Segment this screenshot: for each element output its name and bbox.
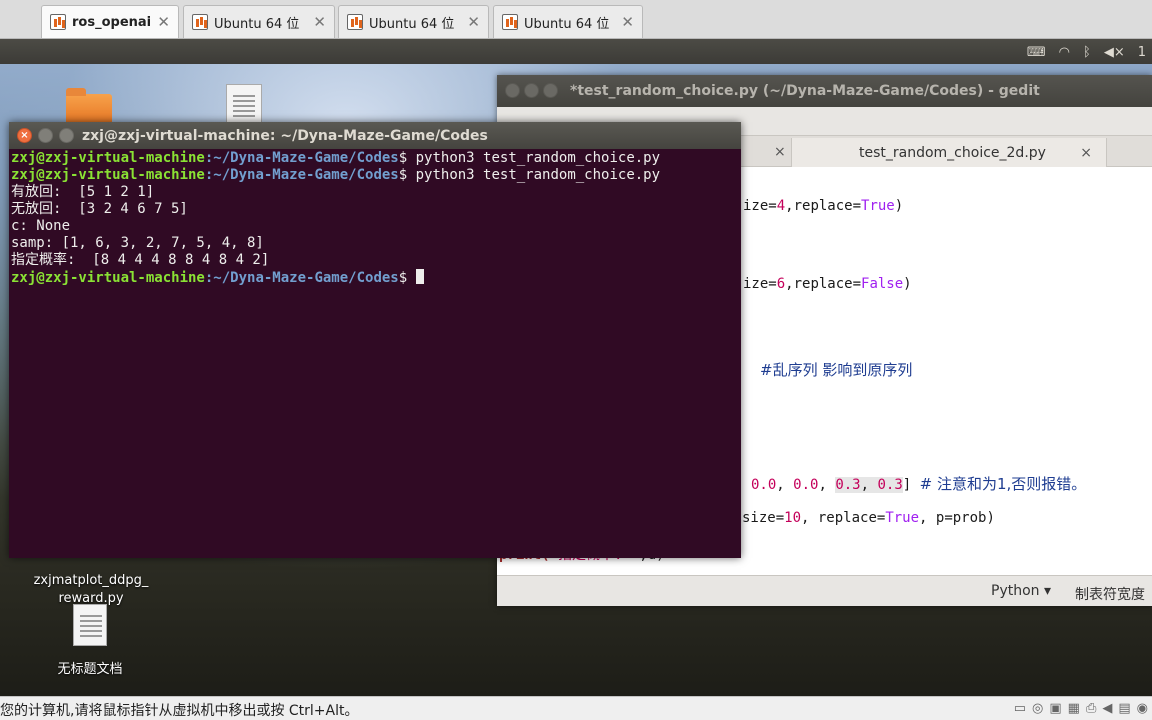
code-line: 0.0, 0.0, 0.3, 0.3] # 注意和为1,否则报错。 bbox=[751, 475, 1087, 493]
close-button[interactable] bbox=[505, 83, 520, 98]
gedit-title: *test_random_choice.py (~/Dyna-Maze-Game… bbox=[570, 83, 1040, 99]
terminal-line: 无放回: [3 2 4 6 7 5] bbox=[11, 201, 188, 217]
terminal-line: samp: [1, 6, 3, 2, 7, 5, 4, 8] bbox=[11, 235, 264, 251]
terminal-line: zxj@zxj-virtual-machine:~/Dyna-Maze-Game… bbox=[11, 150, 661, 166]
terminal-output[interactable]: zxj@zxj-virtual-machine:~/Dyna-Maze-Game… bbox=[9, 149, 741, 558]
vm-tab-ubuntu-1[interactable]: Ubuntu 64 位 ✕ bbox=[183, 5, 335, 38]
gedit-titlebar: *test_random_choice.py (~/Dyna-Maze-Game… bbox=[497, 75, 1152, 107]
terminal-line: 有放回: [5 1 2 1] bbox=[11, 184, 155, 200]
maximize-button[interactable] bbox=[543, 83, 558, 98]
terminal-window: × zxj@zxj-virtual-machine: ~/Dyna-Maze-G… bbox=[9, 122, 741, 558]
close-button[interactable]: × bbox=[17, 128, 32, 143]
close-icon[interactable]: ✕ bbox=[157, 13, 170, 31]
terminal-line: zxj@zxj-virtual-machine:~/Dyna-Maze-Game… bbox=[11, 167, 661, 183]
keyboard-icon[interactable]: ⌨ bbox=[1027, 45, 1046, 60]
minimize-button[interactable] bbox=[38, 128, 53, 143]
vm-icon bbox=[50, 14, 66, 30]
tab-test-random-choice-2d[interactable]: test_random_choice_2d.py × bbox=[791, 138, 1107, 167]
terminal-line: c: None bbox=[11, 218, 71, 234]
vm-icon bbox=[192, 14, 208, 30]
terminal-titlebar: × zxj@zxj-virtual-machine: ~/Dyna-Maze-G… bbox=[9, 122, 741, 149]
network-icon[interactable]: ▣ bbox=[1049, 701, 1061, 716]
cd-icon[interactable]: ◎ bbox=[1032, 701, 1043, 716]
vm-tab-label: ros_openai bbox=[72, 14, 152, 30]
code-comment: #乱序列 影响到原序列 bbox=[760, 361, 913, 379]
wifi-icon[interactable]: ◠ bbox=[1059, 45, 1070, 60]
host-statusbar: 您的计算机,请将鼠标指针从虚拟机中移出或按 Ctrl+Alt。 ▭ ◎ ▣ ▦ … bbox=[0, 696, 1152, 720]
code-line: size=10, replace=True, p=prob) bbox=[742, 510, 995, 526]
display-icon[interactable]: ▤ bbox=[1118, 701, 1130, 716]
settings-icon[interactable]: ◉ bbox=[1137, 701, 1148, 716]
printer-icon[interactable]: ⎙ bbox=[1086, 701, 1096, 716]
volume-muted-icon[interactable]: ◀× bbox=[1104, 45, 1125, 60]
vm-tab-ubuntu-3[interactable]: Ubuntu 64 位 ✕ bbox=[493, 5, 643, 38]
ubuntu-top-panel: ⌨ ◠ ᛒ ◀× 1 bbox=[0, 39, 1152, 64]
close-icon[interactable]: ✕ bbox=[621, 13, 634, 31]
code-line: ize=6,replace=False) bbox=[743, 276, 912, 292]
close-icon[interactable]: ✕ bbox=[313, 13, 326, 31]
vm-tab-ros-openai[interactable]: ros_openai ✕ bbox=[41, 5, 179, 38]
vm-icon bbox=[347, 14, 363, 30]
language-selector[interactable]: Python ▾ bbox=[991, 583, 1051, 599]
terminal-line: 指定概率: [8 4 4 4 8 8 4 8 4 2] bbox=[11, 252, 270, 268]
terminal-title: zxj@zxj-virtual-machine: ~/Dyna-Maze-Gam… bbox=[82, 127, 488, 144]
text-cursor bbox=[415, 269, 424, 284]
tab-width-selector[interactable]: 制表符宽度 bbox=[1075, 584, 1145, 604]
panel-indicator[interactable]: 1 bbox=[1138, 45, 1146, 60]
vm-tab-strip: ros_openai ✕ Ubuntu 64 位 ✕ Ubuntu 64 位 ✕… bbox=[0, 0, 1152, 39]
bluetooth-icon[interactable]: ᛒ bbox=[1083, 45, 1091, 60]
vm-tab-label: Ubuntu 64 位 bbox=[524, 16, 610, 32]
terminal-line: zxj@zxj-virtual-machine:~/Dyna-Maze-Game… bbox=[11, 269, 739, 287]
maximize-button[interactable] bbox=[59, 128, 74, 143]
tab-label: test_random_choice_2d.py bbox=[859, 144, 1046, 161]
vm-tab-label: Ubuntu 64 位 bbox=[214, 16, 300, 32]
tab-close-icon[interactable]: × bbox=[774, 144, 786, 160]
minimize-button[interactable] bbox=[524, 83, 539, 98]
tab-close-icon[interactable]: × bbox=[1080, 145, 1092, 161]
status-message: 您的计算机,请将鼠标指针从虚拟机中移出或按 Ctrl+Alt。 bbox=[0, 703, 359, 719]
hdd-icon[interactable]: ▭ bbox=[1014, 701, 1026, 716]
gedit-statusbar: Python ▾ 制表符宽度 bbox=[497, 575, 1152, 606]
document-icon bbox=[73, 604, 107, 646]
desktop-icon-label: zxjmatplot_ddpg_ reward.py bbox=[33, 573, 149, 606]
desktop-file-zxjmatplot[interactable]: zxjmatplot_ddpg_ reward.py bbox=[25, 554, 157, 608]
usb-icon[interactable]: ▦ bbox=[1068, 701, 1080, 716]
desktop-icon-label: 无标题文档 bbox=[57, 662, 123, 677]
code-line: ize=4,replace=True) bbox=[743, 198, 904, 214]
desktop-file-untitled[interactable]: 无标题文档 bbox=[45, 604, 135, 677]
vm-icon bbox=[502, 14, 518, 30]
close-icon[interactable]: ✕ bbox=[467, 13, 480, 31]
vm-tab-label: Ubuntu 64 位 bbox=[369, 16, 455, 32]
sound-icon[interactable]: ◀ bbox=[1102, 701, 1112, 716]
vm-tab-ubuntu-2[interactable]: Ubuntu 64 位 ✕ bbox=[338, 5, 489, 38]
